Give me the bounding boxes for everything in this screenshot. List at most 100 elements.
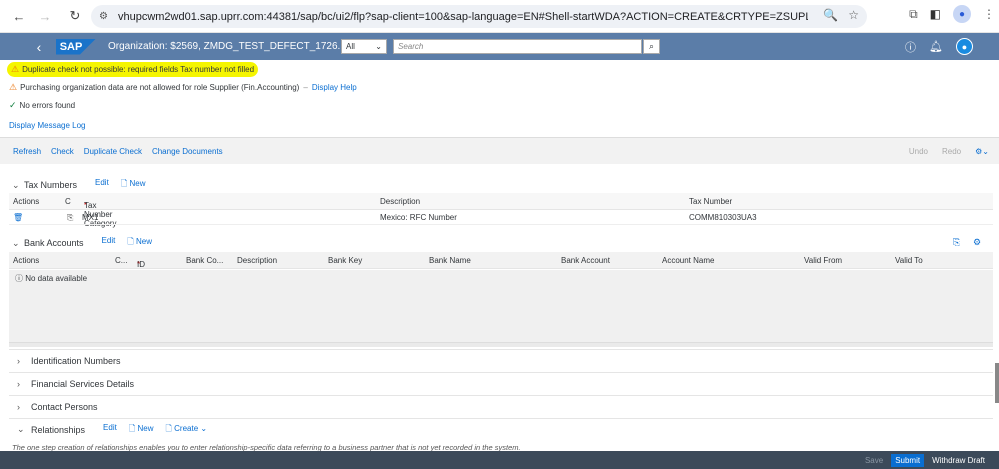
section-relationships[interactable]: ⌄ Relationships Edit 🗋︎ New 🗋︎ Create ⌄ <box>9 418 993 440</box>
sap-shell-bar: ‹ SAP Organization: $2569, ZMDG_TEST_DEF… <box>0 33 999 60</box>
display-help-link[interactable]: Display Help <box>312 83 357 92</box>
col-id-label: ID <box>137 260 145 269</box>
address-bar[interactable]: ⚙ vhupcwm2wd01.sap.uprr.com:44381/sap/bc… <box>91 5 867 28</box>
section-title: Relationships <box>31 424 86 435</box>
chevron-down-icon: ⌄ <box>375 42 382 51</box>
expand-chevron-icon[interactable]: › <box>17 379 31 389</box>
section-title: Identification Numbers <box>31 355 121 366</box>
collapse-chevron-icon[interactable]: ⌄ <box>12 238 24 249</box>
bank-accounts-header: ⌄ Bank Accounts Edit 🗋︎ New <box>12 236 152 250</box>
shell-title-text[interactable]: Organization: $2569, ZMDG_TEST_DEFECT_17… <box>108 41 346 52</box>
site-settings-icon[interactable]: ⚙ <box>99 11 108 22</box>
collapse-chevron-icon[interactable]: ⌄ <box>12 180 24 191</box>
refresh-button[interactable]: Refresh <box>13 147 41 156</box>
section-financial-services[interactable]: › Financial Services Details <box>9 372 993 394</box>
zoom-icon[interactable]: 🔍 <box>823 8 838 22</box>
message-no-errors: ✓ No errors found <box>9 100 75 111</box>
duplicate-check-button[interactable]: Duplicate Check <box>84 147 142 156</box>
expand-chevron-icon[interactable]: › <box>17 402 31 412</box>
message-text: No errors found <box>19 101 76 110</box>
browser-menu-icon[interactable]: ⋮ <box>983 7 995 21</box>
col-bank-country: Bank Co... <box>186 256 224 265</box>
cell-description: Mexico: RFC Number <box>380 213 457 222</box>
create-label: Create <box>174 423 199 433</box>
section-identification-numbers[interactable]: › Identification Numbers <box>9 349 993 371</box>
bank-edit-button[interactable]: Edit <box>102 236 116 250</box>
table-resize-handle[interactable] <box>9 342 993 347</box>
save-button[interactable]: Save <box>865 456 883 465</box>
sidepanel-icon[interactable]: ◧ <box>930 7 941 21</box>
export-icon[interactable]: ⎘ <box>953 237 960 248</box>
search-scope-value: All <box>346 42 355 51</box>
cell-category: MX1 <box>82 213 99 222</box>
table-row[interactable]: 🗑︎ ⎘ MX1 Mexico: RFC Number COMM810303UA… <box>9 210 993 225</box>
search-icon[interactable]: ⌕ <box>643 39 660 54</box>
withdraw-draft-button[interactable]: Withdraw Draft <box>932 456 985 465</box>
new-label: New <box>136 237 153 246</box>
tax-edit-button[interactable]: Edit <box>95 178 109 192</box>
section-contact-persons[interactable]: › Contact Persons <box>9 395 993 417</box>
col-c: C <box>65 197 71 206</box>
footer-bar: Save Submit Withdraw Draft <box>0 451 999 469</box>
search-placeholder: Search <box>398 42 424 51</box>
section-title: Tax Numbers <box>24 180 78 190</box>
no-data-message: ⓘ No data available <box>15 273 87 284</box>
collapse-chevron-icon[interactable]: ⌄ <box>17 424 31 435</box>
bookmark-star-icon[interactable]: ☆ <box>848 8 859 22</box>
rel-edit-button[interactable]: Edit <box>103 423 117 437</box>
tax-table-header: Actions C * Tax Number Category Descript… <box>9 193 993 228</box>
delete-trash-icon[interactable]: 🗑︎ <box>13 213 23 222</box>
back-arrow-icon[interactable]: ← <box>8 5 30 27</box>
rel-create-button[interactable]: 🗋︎ Create ⌄ <box>166 423 208 437</box>
message-purchasing-org: ⚠ Purchasing organization data are not a… <box>9 82 357 92</box>
display-message-log-link[interactable]: Display Message Log <box>9 121 85 130</box>
settings-gear-icon[interactable]: ⚙⌄ <box>975 147 989 156</box>
help-icon[interactable]: ⓘ <box>905 39 916 55</box>
browser-toolbar: ← → ↻ ⚙ vhupcwm2wd01.sap.uprr.com:44381/… <box>0 0 999 33</box>
checkmark-icon: ✓ <box>9 100 17 110</box>
new-doc-icon: 🗋︎ <box>127 237 136 246</box>
col-description: Description <box>237 256 278 265</box>
message-duplicate-check: ⚠ Duplicate check not possible: required… <box>7 62 259 77</box>
url-text[interactable]: vhupcwm2wd01.sap.uprr.com:44381/sap/bc/u… <box>118 11 808 23</box>
bank-new-button[interactable]: 🗋︎ New <box>127 236 152 250</box>
change-documents-button[interactable]: Change Documents <box>152 147 223 156</box>
submit-button[interactable]: Submit <box>891 453 925 467</box>
warning-icon: ⚠ <box>11 64 20 74</box>
undo-button[interactable]: Undo <box>909 147 928 156</box>
message-text: Purchasing organization data are not all… <box>20 83 300 92</box>
col-bank-name: Bank Name <box>429 256 471 265</box>
col-actions: Actions <box>13 256 40 265</box>
profile-avatar[interactable]: ● <box>953 5 971 23</box>
new-doc-icon: 🗋︎ <box>165 423 175 433</box>
shell-search-input[interactable]: Search <box>393 39 642 54</box>
reload-icon[interactable]: ↻ <box>64 5 86 27</box>
expand-chevron-icon[interactable]: › <box>17 356 31 366</box>
col-account-name: Account Name <box>662 256 715 265</box>
shell-title[interactable]: Organization: $2569, ZMDG_TEST_DEFECT_17… <box>108 41 357 52</box>
page-scrollbar[interactable] <box>995 363 999 403</box>
rel-new-button[interactable]: 🗋︎ New <box>129 423 154 437</box>
extensions-icon[interactable]: ⧉ <box>909 7 918 22</box>
user-avatar[interactable]: ● <box>956 38 973 55</box>
message-text: Duplicate check not possible: required f… <box>22 65 255 74</box>
search-scope-select[interactable]: All ⌄ <box>341 39 387 54</box>
table-settings-gear-icon[interactable]: ⚙ <box>973 237 981 248</box>
copy-icon[interactable]: ⎘ <box>67 213 73 223</box>
col-bank-account: Bank Account <box>561 256 610 265</box>
bank-table-body: ⓘ No data available <box>9 270 993 342</box>
section-title: Contact Persons <box>31 401 98 412</box>
forward-arrow-icon[interactable]: → <box>34 5 56 27</box>
col-actions: Actions <box>13 197 40 206</box>
shell-back-icon[interactable]: ‹ <box>24 39 54 55</box>
cell-tax-number: COMM810303UA3 <box>689 213 757 222</box>
check-button[interactable]: Check <box>51 147 74 156</box>
tax-new-button[interactable]: 🗋︎ New <box>121 178 146 192</box>
section-title: Financial Services Details <box>31 378 135 389</box>
chevron-down-icon: ⌄ <box>200 423 208 433</box>
redo-button[interactable]: Redo <box>942 147 961 156</box>
notification-bell-icon[interactable]: 🔔︎ <box>929 40 943 53</box>
col-c: C... <box>115 256 128 265</box>
sap-logo[interactable]: SAP <box>56 38 96 55</box>
info-icon: ⓘ <box>15 274 23 283</box>
